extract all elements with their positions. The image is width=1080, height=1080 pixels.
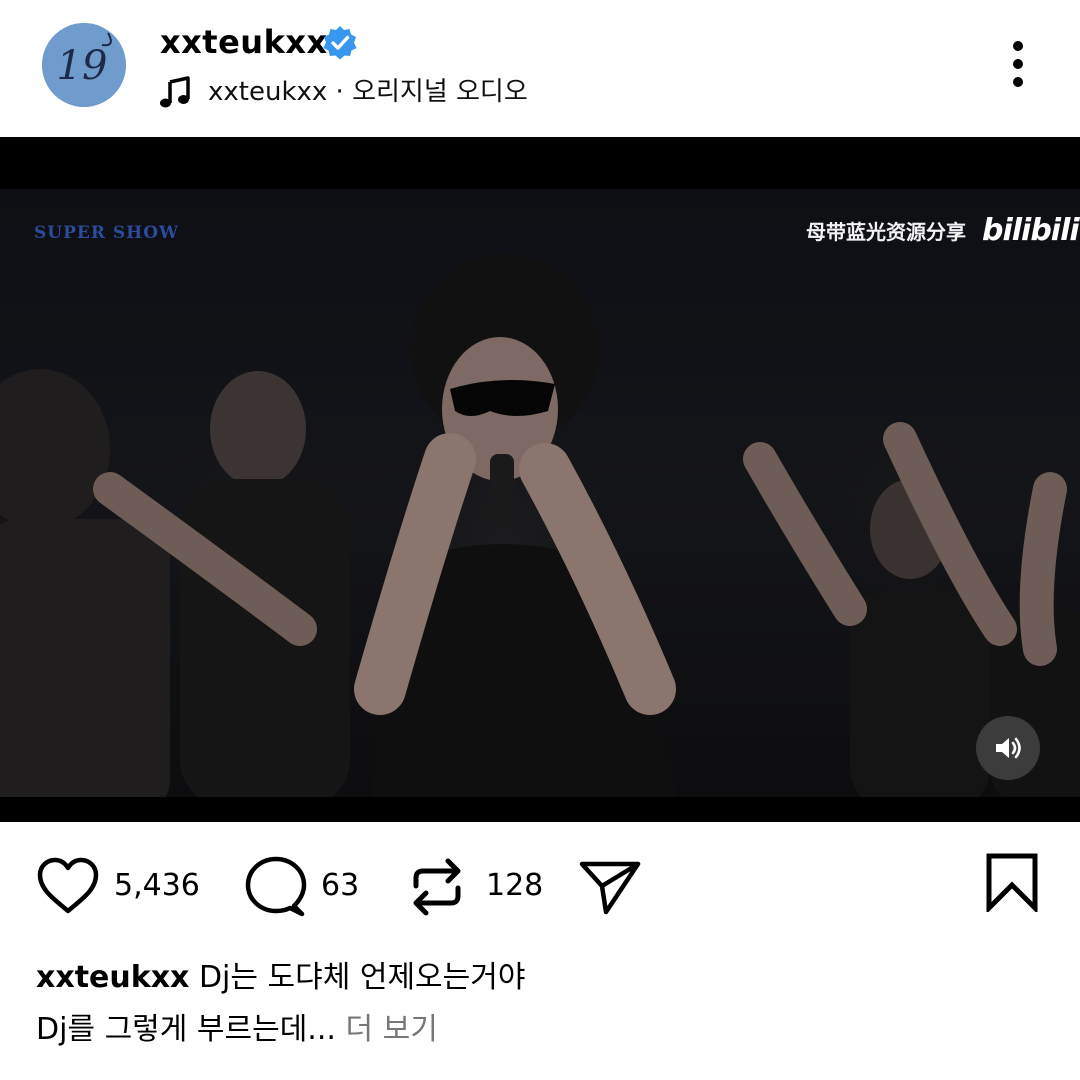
volume-toggle-button[interactable] [976,716,1040,780]
see-more-link[interactable]: 더 보기 [345,1012,437,1047]
avatar[interactable]: 19 [42,23,126,107]
share-icon[interactable] [578,856,642,918]
video-player[interactable]: SUPER SHOW 母带蓝光资源分享 bilibili [0,137,1080,822]
repost-count: 128 [486,868,544,903]
verified-badge-icon [323,26,357,60]
like-count: 5,436 [114,868,200,903]
audio-label: xxteukxx · 오리지널 오디오 [208,77,528,107]
more-vertical-icon[interactable] [1004,40,1032,92]
post-username[interactable]: xxteukxx [160,18,328,66]
caption-line-2: Dj를 그렇게 부르는데... 더 보기 [36,1004,1036,1056]
volume-icon [996,737,1021,759]
audio-attribution[interactable]: xxteukxx · 오리지널 오디오 [158,72,528,112]
caption-line-1: xxteukxx Dj는 도댜체 언제오는거야 [36,952,1036,1004]
avatar-logo: 19 [42,23,126,107]
caption-text-1: Dj는 도댜체 언제오는거야 [198,960,526,995]
caption-text-2: Dj를 그렇게 부르는데... [36,1012,336,1047]
post-actions: 5,436 63 128 [0,822,1080,952]
bilibili-logo: bilibili [982,213,1080,248]
heart-icon[interactable] [36,857,100,915]
video-watermark-right: 母带蓝光资源分享 [806,220,966,244]
video-scene [0,254,1080,797]
post-caption: xxteukxx Dj는 도댜체 언제오는거야 Dj를 그렇게 부르는데... … [36,952,1036,1056]
music-note-icon [160,76,190,108]
comment-count: 63 [321,868,360,903]
comment-icon[interactable] [244,856,308,918]
caption-username[interactable]: xxteukxx [36,960,189,995]
repost-icon[interactable] [408,856,466,918]
video-watermark-left: SUPER SHOW [34,223,180,243]
post-header: 19 xxteukxx xxteukxx · 오리지널 오디오 [0,0,1080,137]
svg-text:19: 19 [57,43,108,89]
video-frame: SUPER SHOW 母带蓝光资源分享 bilibili [0,189,1080,797]
bookmark-icon[interactable] [984,852,1040,912]
